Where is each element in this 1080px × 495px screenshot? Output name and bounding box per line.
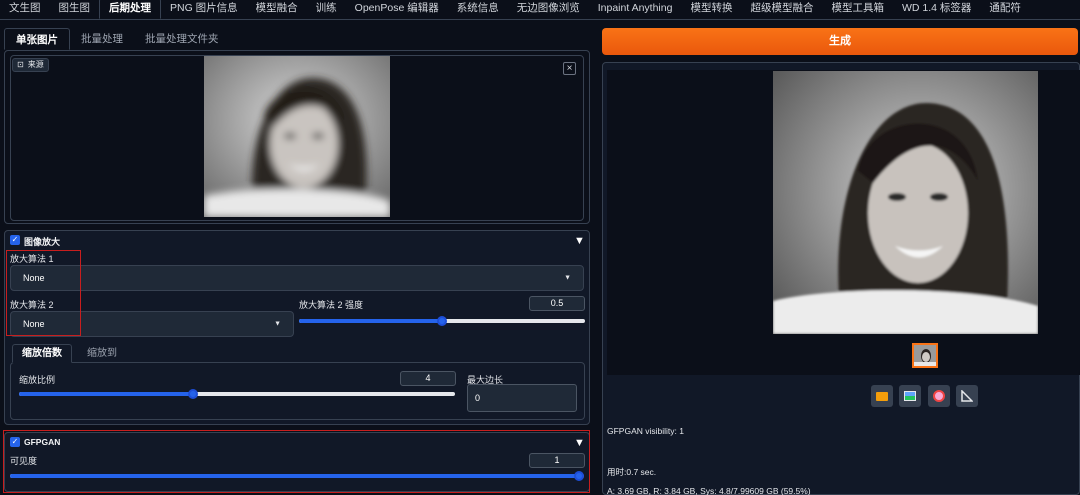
tab-wd-tagger[interactable]: WD 1.4 标签器 xyxy=(893,0,980,19)
tab-extras[interactable]: 后期处理 xyxy=(99,0,161,19)
tab-png-info[interactable]: PNG 图片信息 xyxy=(161,0,247,19)
tab-img2img[interactable]: 图生图 xyxy=(50,0,100,19)
tab-train[interactable]: 训练 xyxy=(307,0,346,19)
palette-icon xyxy=(933,390,945,402)
upscale-title: 图像放大 xyxy=(24,237,61,247)
close-icon[interactable]: × xyxy=(563,62,576,75)
upscaler1-select[interactable]: None ▼ xyxy=(10,265,584,291)
tab-system-info[interactable]: 系统信息 xyxy=(448,0,508,19)
folder-icon xyxy=(876,391,888,401)
slider-fill xyxy=(10,474,584,478)
slider-thumb[interactable] xyxy=(574,471,584,481)
tab-single-image[interactable]: 单张图片 xyxy=(4,28,70,50)
tab-openpose[interactable]: OpenPose 编辑器 xyxy=(346,0,448,19)
tab-scale-by[interactable]: 缩放倍数 xyxy=(12,344,72,363)
tab-batch-folder[interactable]: 批量处理文件夹 xyxy=(134,28,230,50)
tab-image-browser[interactable]: 无边图像浏览 xyxy=(508,0,589,19)
upscale-checkbox[interactable]: ✓ xyxy=(10,235,20,245)
gfpgan-title: GFPGAN xyxy=(24,437,61,447)
slider-thumb[interactable] xyxy=(437,316,447,326)
tab-model-convert[interactable]: 模型转换 xyxy=(681,0,741,19)
output-image[interactable] xyxy=(773,71,1038,334)
scale-label: 缩放比例 xyxy=(19,375,56,385)
tab-wildcards[interactable]: 通配符 xyxy=(980,0,1030,19)
upscaler2-label: 放大算法 2 xyxy=(10,300,54,310)
gfpgan-panel xyxy=(4,432,590,492)
upscaler1-label: 放大算法 1 xyxy=(10,254,54,264)
upscaler2-strength-label: 放大算法 2 强度 xyxy=(299,300,364,310)
generate-button[interactable]: 生成 xyxy=(602,28,1078,55)
image-icon: ⊡ xyxy=(17,60,24,69)
slider-fill xyxy=(19,392,194,396)
tab-inpaint-anything[interactable]: Inpaint Anything xyxy=(589,0,682,19)
send-to-inpaint-button[interactable] xyxy=(928,385,950,407)
tab-super-merge[interactable]: 超级模型融合 xyxy=(741,0,822,19)
gfpgan-info-line: GFPGAN visibility: 1 xyxy=(607,426,684,436)
upscaler2-select[interactable]: None ▼ xyxy=(10,311,294,337)
upscaler2-strength-input[interactable]: 0.5 xyxy=(529,296,585,311)
tab-model-toolkit[interactable]: 模型工具箱 xyxy=(822,0,893,19)
tab-batch-process[interactable]: 批量处理 xyxy=(70,28,134,50)
gfpgan-checkbox[interactable]: ✓ xyxy=(10,437,20,447)
time-info-line: 用时:0.7 sec. xyxy=(607,467,657,477)
collapse-triangle-icon[interactable]: ▼ xyxy=(574,235,585,247)
collapse-triangle-icon[interactable]: ▼ xyxy=(574,437,585,449)
ruler-icon xyxy=(961,390,973,402)
gfpgan-visibility-input[interactable]: 1 xyxy=(529,453,585,468)
upscaler2-strength-slider[interactable] xyxy=(299,316,585,326)
source-image xyxy=(204,56,390,217)
gfpgan-visibility-label: 可见度 xyxy=(10,456,38,466)
send-to-img2img-button[interactable] xyxy=(899,385,921,407)
gfpgan-visibility-slider[interactable] xyxy=(10,471,584,481)
tab-scale-to[interactable]: 缩放到 xyxy=(87,346,117,362)
scale-slider[interactable] xyxy=(19,389,455,399)
memory-info-line: A: 3.69 GB, R: 3.84 GB, Sys: 4.8/7.99609… xyxy=(607,486,811,495)
tab-model-merge[interactable]: 模型融合 xyxy=(247,0,307,19)
max-side-input[interactable]: 0 xyxy=(467,384,577,412)
image-icon xyxy=(904,391,916,401)
chevron-down-icon: ▼ xyxy=(564,274,571,282)
scale-input[interactable]: 4 xyxy=(400,371,456,386)
send-to-extras-button[interactable] xyxy=(956,385,978,407)
extras-subtabs: 单张图片 批量处理 批量处理文件夹 xyxy=(4,28,230,50)
top-nav: 文生图 图生图 后期处理 PNG 图片信息 模型融合 训练 OpenPose 编… xyxy=(0,0,1080,20)
chevron-down-icon: ▼ xyxy=(274,320,281,328)
open-folder-button[interactable] xyxy=(871,385,893,407)
output-thumbnail[interactable] xyxy=(912,343,938,368)
slider-fill xyxy=(299,319,442,323)
source-label: ⊡ 来源 xyxy=(12,58,49,72)
tab-txt2img[interactable]: 文生图 xyxy=(0,0,50,19)
